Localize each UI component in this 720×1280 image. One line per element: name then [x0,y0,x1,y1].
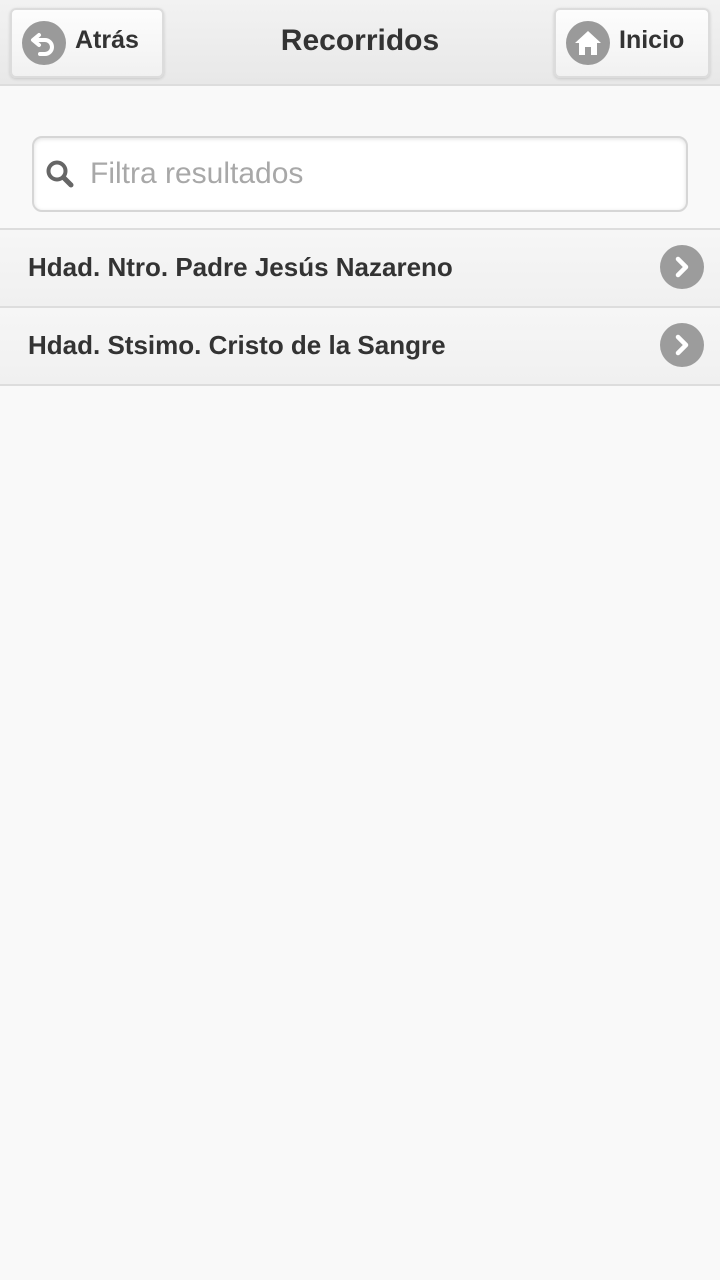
chevron-right-icon [660,245,704,289]
home-button[interactable]: Inicio [554,8,710,78]
tour-list: Hdad. Ntro. Padre Jesús Nazareno Hdad. S… [0,228,720,386]
back-button[interactable]: Atrás [10,8,164,78]
home-icon [566,21,610,65]
page-title: Recorridos [280,24,440,57]
header-bar: Atrás Recorridos Inicio [0,0,720,86]
back-button-label: Atrás [75,25,139,54]
chevron-right-icon [660,323,704,367]
list-item-label: Hdad. Stsimo. Cristo de la Sangre [28,330,446,360]
back-arrow-icon [22,21,66,65]
home-button-label: Inicio [619,25,685,54]
list-item-label: Hdad. Ntro. Padre Jesús Nazareno [28,252,453,282]
search-box [32,136,688,212]
list-item[interactable]: Hdad. Stsimo. Cristo de la Sangre [0,308,720,386]
list-item[interactable]: Hdad. Ntro. Padre Jesús Nazareno [0,230,720,308]
search-icon [44,158,76,190]
search-input[interactable] [90,138,670,210]
